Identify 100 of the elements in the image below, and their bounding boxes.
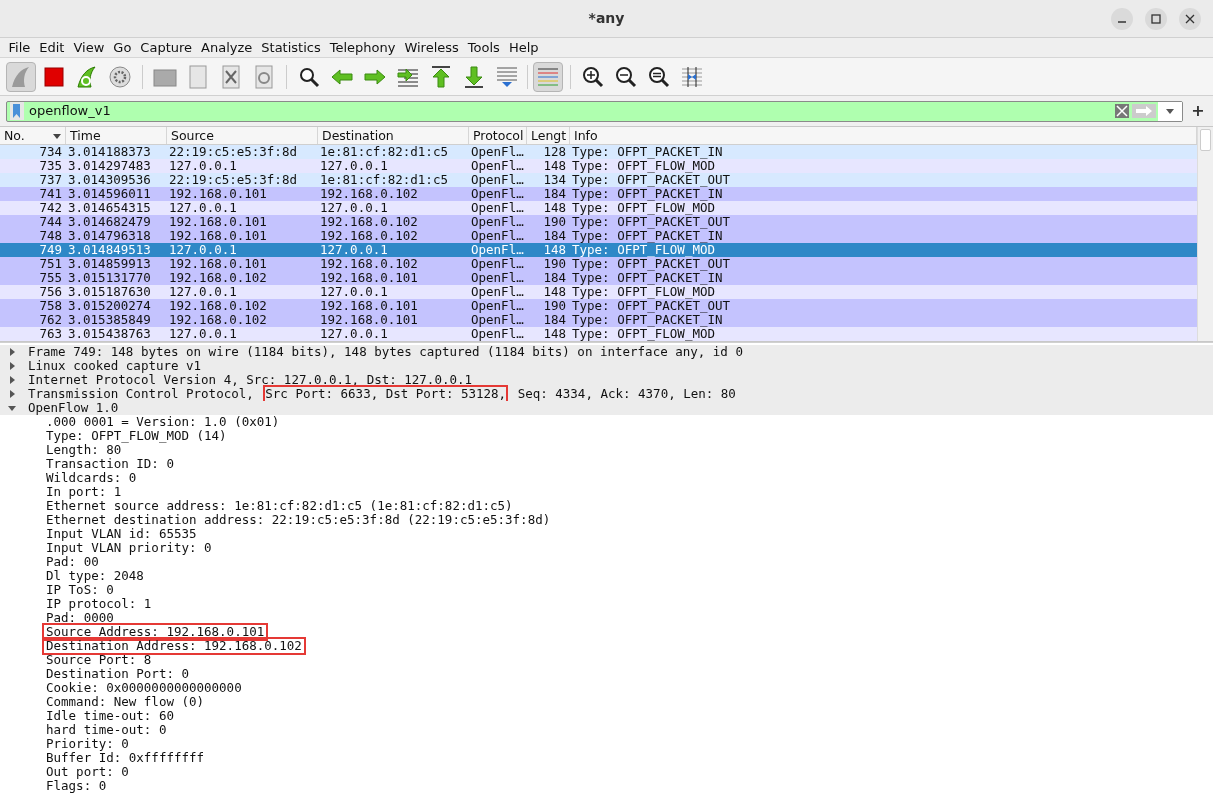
detail-line[interactable]: Destination Address: 192.168.0.102 [44, 639, 304, 653]
detail-line[interactable]: Source Address: 192.168.0.101 [44, 625, 267, 639]
table-cell-text: 3.015438763 [67, 327, 152, 341]
detail-line[interactable]: OpenFlow 1.0 [26, 399, 121, 417]
detail-line[interactable]: Transaction ID: 0 [46, 457, 174, 471]
menu-item[interactable]: Go [108, 38, 136, 57]
table-cell-text: 748 [38, 229, 63, 243]
collapse-arrow-icon[interactable] [8, 404, 16, 412]
menu-item[interactable]: Telephony [325, 38, 400, 57]
scrollbar[interactable] [1197, 127, 1213, 341]
table-cell-text: 127.0.0.1 [168, 285, 238, 299]
detail-line[interactable]: Pad: 00 [46, 555, 99, 569]
packet-row[interactable]: 748 3.014796318 192.168.0.101 192.168.0.102 OpenFl… 184 Type: OFPT_PACKET_IN [0, 229, 1197, 243]
menu-item[interactable]: Wireless [399, 38, 464, 57]
table-cell-text: 737 [38, 173, 63, 187]
table-cell-text: 742 [38, 201, 63, 215]
packet-row[interactable]: 741 3.014596011 192.168.0.101 192.168.0.102 OpenFl… 184 Type: OFPT_PACKET_IN [0, 187, 1197, 201]
column-header[interactable]: Lengt [527, 127, 570, 144]
table-cell-text: 192.168.0.101 [168, 229, 268, 243]
packet-row[interactable]: 758 3.015200274 192.168.0.102 192.168.0.101 OpenFl… 190 Type: OFPT_PACKET_OUT [0, 299, 1197, 313]
column-header[interactable]: Destination [318, 127, 469, 144]
clear-icon[interactable] [1115, 104, 1129, 118]
detail-line[interactable]: Out port: 0 [46, 765, 129, 779]
table-cell-text: 127.0.0.1 [319, 243, 389, 257]
packet-row[interactable]: 751 3.014859913 192.168.0.101 192.168.0.102 OpenFl… 190 Type: OFPT_PACKET_OUT [0, 257, 1197, 271]
detail-line[interactable]: Source Port: 8 [46, 653, 152, 667]
detail-line[interactable]: IP protocol: 1 [46, 597, 152, 611]
menu-item[interactable]: Capture [135, 38, 197, 57]
table-cell-text: 735 [38, 159, 63, 173]
detail-line[interactable]: Input VLAN id: 65535 [46, 527, 197, 541]
shark-fin-icon[interactable] [6, 61, 36, 92]
detail-line[interactable]: Cookie: 0x0000000000000000 [46, 681, 242, 695]
table-cell-text: 3.014796318 [67, 229, 152, 243]
detail-line[interactable]: Command: New flow (0) [46, 695, 205, 709]
expand-arrow-icon[interactable] [8, 348, 16, 356]
menu-item[interactable]: Statistics [256, 38, 326, 57]
detail-line[interactable]: Flags: 0 [46, 779, 107, 793]
detail-line[interactable]: Type: OFPT_FLOW_MOD (14) [46, 429, 227, 443]
table-cell-text: 3.015200274 [67, 299, 152, 313]
packet-row[interactable]: 762 3.015385849 192.168.0.102 192.168.0.101 OpenFl… 184 Type: OFPT_PACKET_IN [0, 313, 1197, 327]
menu-item[interactable]: Analyze [196, 38, 257, 57]
packet-row[interactable]: 755 3.015131770 192.168.0.102 192.168.0.101 OpenFl… 184 Type: OFPT_PACKET_IN [0, 271, 1197, 285]
table-cell-text: 763 [38, 327, 63, 341]
menu-item[interactable]: Edit [34, 38, 69, 57]
detail-line[interactable]: Idle time-out: 60 [46, 709, 174, 723]
column-header[interactable]: Time [66, 127, 167, 144]
colorize-icon[interactable] [533, 61, 563, 92]
add-filter-button[interactable]: + [1189, 99, 1207, 123]
table-cell-text: 148 [542, 327, 567, 341]
table-cell-text: 3.014849513 [67, 243, 152, 257]
table-cell-text: 756 [38, 285, 63, 299]
detail-line[interactable]: hard time-out: 0 [46, 723, 167, 737]
table-cell-text: 192.168.0.101 [319, 313, 419, 327]
table-cell-text: 127.0.0.1 [168, 243, 238, 257]
packet-row[interactable]: 749 3.014849513 127.0.0.1 127.0.0.1 OpenFl… 148 Type: OFPT_FLOW_MOD [0, 243, 1197, 257]
menu-item[interactable]: File [4, 38, 35, 57]
filter-bar[interactable]: openflow_v1 [6, 100, 1183, 122]
detail-line[interactable]: Pad: 0000 [46, 611, 114, 625]
menu-item[interactable]: View [68, 38, 109, 57]
menu-item[interactable]: Tools [463, 38, 505, 57]
detail-line[interactable]: Dl type: 2048 [46, 569, 144, 583]
packet-row[interactable]: 742 3.014654315 127.0.0.1 127.0.0.1 OpenFl… 148 Type: OFPT_FLOW_MOD [0, 201, 1197, 215]
detail-line[interactable]: Priority: 0 [46, 737, 129, 751]
table-cell-text: Type: OFPT_PACKET_IN [571, 271, 723, 285]
expand-arrow-icon[interactable] [8, 390, 16, 398]
packet-row[interactable]: 734 3.014188373 22:19:c5:e5:3f:8d 1e:81:cf:82:d1:c5 OpenFl… 128 Type: OFPT_PACKET_IN [0, 145, 1197, 159]
detail-line[interactable]: Length: 80 [46, 443, 122, 457]
detail-line[interactable]: Ethernet destination address: 22:19:c5:e5:3f:8d (22:19:c5:e5:3f:8d) [46, 513, 551, 527]
table-cell-text: OpenFl… [470, 229, 525, 243]
packet-row[interactable]: 744 3.014682479 192.168.0.101 192.168.0.102 OpenFl… 190 Type: OFPT_PACKET_OUT [0, 215, 1197, 229]
table-cell-text: 127.0.0.1 [319, 159, 389, 173]
close-button[interactable] [1179, 8, 1201, 30]
expand-arrow-icon[interactable] [8, 376, 16, 384]
table-cell-text: 192.168.0.102 [319, 187, 419, 201]
packet-row[interactable]: 737 3.014309536 22:19:c5:e5:3f:8d 1e:81:cf:82:d1:c5 OpenFl… 134 Type: OFPT_PACKET_OUT [0, 173, 1197, 187]
maximize-button[interactable] [1145, 8, 1167, 30]
filter-input[interactable]: openflow_v1 [27, 101, 1114, 121]
menu-item[interactable]: Help [504, 38, 543, 57]
column-header[interactable]: Source [167, 127, 318, 144]
detail-line[interactable]: Buffer Id: 0xffffffff [46, 751, 205, 765]
minimize-button[interactable] [1111, 8, 1133, 30]
detail-line[interactable]: In port: 1 [46, 485, 122, 499]
detail-line[interactable]: Destination Port: 0 [46, 667, 189, 681]
expand-arrow-icon[interactable] [8, 362, 16, 370]
detail-line[interactable]: Input VLAN priority: 0 [46, 541, 212, 555]
detail-line[interactable]: Wildcards: 0 [46, 471, 137, 485]
dropdown-caret-icon[interactable] [1166, 108, 1174, 114]
packet-row[interactable]: 735 3.014297483 127.0.0.1 127.0.0.1 OpenFl… 148 Type: OFPT_FLOW_MOD [0, 159, 1197, 173]
packet-row[interactable]: 763 3.015438763 127.0.0.1 127.0.0.1 OpenFl… 148 Type: OFPT_FLOW_MOD [0, 327, 1197, 341]
table-cell-text: 3.014188373 [67, 145, 152, 159]
table-cell-text: 758 [38, 299, 63, 313]
bookmark-icon[interactable] [9, 102, 25, 120]
table-cell-text: 192.168.0.102 [168, 271, 268, 285]
detail-line[interactable]: .000 0001 = Version: 1.0 (0x01) [46, 415, 280, 429]
column-header[interactable]: No. [0, 127, 66, 144]
detail-line[interactable]: Ethernet source address: 1e:81:cf:82:d1:c5 (1e:81:cf:82:d1:c5) [46, 499, 513, 513]
column-header[interactable]: Protocol [469, 127, 527, 144]
packet-row[interactable]: 756 3.015187630 127.0.0.1 127.0.0.1 OpenFl… 148 Type: OFPT_FLOW_MOD [0, 285, 1197, 299]
table-cell-text: 3.014682479 [67, 215, 152, 229]
detail-line[interactable]: IP ToS: 0 [46, 583, 114, 597]
